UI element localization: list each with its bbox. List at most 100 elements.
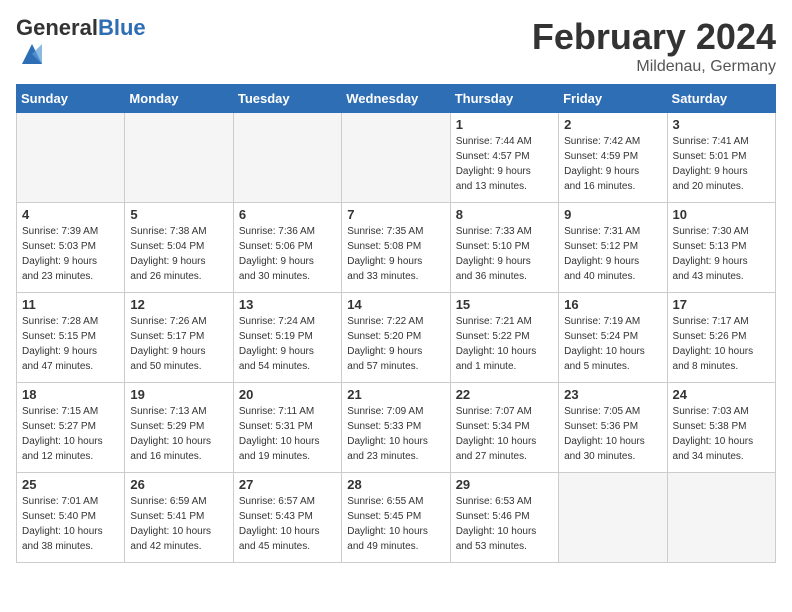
calendar-cell: 19Sunrise: 7:13 AM Sunset: 5:29 PM Dayli… xyxy=(125,383,233,473)
calendar-cell: 21 Sunrise: 7:09 AM Sunset: 5:33 PM Dayli… xyxy=(342,383,450,473)
day-number: 20 xyxy=(239,387,336,402)
day-info: Sunrise: 7:38 AM Sunset: 5:04 PM Dayligh… xyxy=(130,224,227,284)
day-number: 13 xyxy=(239,297,336,312)
logo-blue-text: Blue xyxy=(98,15,146,40)
day-info: Sunrise: 7:44 AM Sunset: 4:57 PM Dayligh… xyxy=(456,134,553,194)
calendar-cell: 2 Sunrise: 7:42 AM Sunset: 4:59 PM Daylig… xyxy=(559,113,667,203)
calendar-cell: 5 Sunrise: 7:38 AM Sunset: 5:04 PM Daylig… xyxy=(125,203,233,293)
calendar-cell: 24Sunrise: 7:03 AM Sunset: 5:38 PM Dayli… xyxy=(667,383,775,473)
day-info: Sunrise: 7:21 AM Sunset: 5:22 PM Dayligh… xyxy=(456,314,553,374)
day-number: 4 xyxy=(22,207,119,222)
location-text: Mildenau, Germany xyxy=(532,58,776,76)
day-number: 17 xyxy=(673,297,770,312)
calendar-cell: 13 Sunrise: 7:24 AM Sunset: 5:19 PM Dayli… xyxy=(233,293,341,383)
calendar-cell: 26Sunrise: 6:59 AM Sunset: 5:41 PM Dayli… xyxy=(125,473,233,563)
calendar-cell: 9Sunrise: 7:31 AM Sunset: 5:12 PM Daylig… xyxy=(559,203,667,293)
day-number: 8 xyxy=(456,207,553,222)
day-number: 25 xyxy=(22,477,119,492)
calendar-cell: 17 Sunrise: 7:17 AM Sunset: 5:26 PM Dayli… xyxy=(667,293,775,383)
calendar-cell xyxy=(17,113,125,203)
day-number: 22 xyxy=(456,387,553,402)
day-info: Sunrise: 6:57 AM Sunset: 5:43 PM Dayligh… xyxy=(239,494,336,554)
day-number: 16 xyxy=(564,297,661,312)
day-info: Sunrise: 7:42 AM Sunset: 4:59 PM Dayligh… xyxy=(564,134,661,194)
calendar-cell: 3Sunrise: 7:41 AM Sunset: 5:01 PM Daylig… xyxy=(667,113,775,203)
page-header: GeneralBlue February 2024 Mildenau, Germ… xyxy=(16,16,776,76)
calendar-week-row: 4 Sunrise: 7:39 AM Sunset: 5:03 PM Daylig… xyxy=(17,203,776,293)
calendar-cell xyxy=(559,473,667,563)
calendar-cell: 1 Sunrise: 7:44 AM Sunset: 4:57 PM Daylig… xyxy=(450,113,558,203)
day-info: Sunrise: 7:05 AM Sunset: 5:36 PM Dayligh… xyxy=(564,404,661,464)
day-number: 6 xyxy=(239,207,336,222)
day-info: Sunrise: 7:35 AM Sunset: 5:08 PM Dayligh… xyxy=(347,224,444,284)
day-number: 1 xyxy=(456,117,553,132)
col-header-tuesday: Tuesday xyxy=(233,85,341,113)
calendar-cell: 27 Sunrise: 6:57 AM Sunset: 5:43 PM Dayli… xyxy=(233,473,341,563)
day-info: Sunrise: 7:19 AM Sunset: 5:24 PM Dayligh… xyxy=(564,314,661,374)
calendar-week-row: 18Sunrise: 7:15 AM Sunset: 5:27 PM Dayli… xyxy=(17,383,776,473)
day-number: 21 xyxy=(347,387,444,402)
day-info: Sunrise: 7:26 AM Sunset: 5:17 PM Dayligh… xyxy=(130,314,227,374)
col-header-saturday: Saturday xyxy=(667,85,775,113)
day-info: Sunrise: 6:59 AM Sunset: 5:41 PM Dayligh… xyxy=(130,494,227,554)
day-number: 27 xyxy=(239,477,336,492)
col-header-sunday: Sunday xyxy=(17,85,125,113)
day-info: Sunrise: 7:03 AM Sunset: 5:38 PM Dayligh… xyxy=(673,404,770,464)
calendar-cell: 6 Sunrise: 7:36 AM Sunset: 5:06 PM Daylig… xyxy=(233,203,341,293)
calendar-week-row: 11 Sunrise: 7:28 AM Sunset: 5:15 PM Dayli… xyxy=(17,293,776,383)
calendar-cell: 12 Sunrise: 7:26 AM Sunset: 5:17 PM Dayli… xyxy=(125,293,233,383)
day-number: 14 xyxy=(347,297,444,312)
day-number: 19 xyxy=(130,387,227,402)
calendar-cell: 14 Sunrise: 7:22 AM Sunset: 5:20 PM Dayli… xyxy=(342,293,450,383)
logo: GeneralBlue xyxy=(16,16,146,73)
title-block: February 2024 Mildenau, Germany xyxy=(532,16,776,76)
day-info: Sunrise: 7:33 AM Sunset: 5:10 PM Dayligh… xyxy=(456,224,553,284)
col-header-friday: Friday xyxy=(559,85,667,113)
day-info: Sunrise: 7:39 AM Sunset: 5:03 PM Dayligh… xyxy=(22,224,119,284)
calendar-cell: 18Sunrise: 7:15 AM Sunset: 5:27 PM Dayli… xyxy=(17,383,125,473)
day-number: 3 xyxy=(673,117,770,132)
day-info: Sunrise: 7:01 AM Sunset: 5:40 PM Dayligh… xyxy=(22,494,119,554)
day-info: Sunrise: 7:17 AM Sunset: 5:26 PM Dayligh… xyxy=(673,314,770,374)
day-info: Sunrise: 7:11 AM Sunset: 5:31 PM Dayligh… xyxy=(239,404,336,464)
day-info: Sunrise: 7:22 AM Sunset: 5:20 PM Dayligh… xyxy=(347,314,444,374)
col-header-wednesday: Wednesday xyxy=(342,85,450,113)
calendar-cell: 7 Sunrise: 7:35 AM Sunset: 5:08 PM Daylig… xyxy=(342,203,450,293)
day-number: 5 xyxy=(130,207,227,222)
day-number: 12 xyxy=(130,297,227,312)
day-info: Sunrise: 7:07 AM Sunset: 5:34 PM Dayligh… xyxy=(456,404,553,464)
calendar-week-row: 25 Sunrise: 7:01 AM Sunset: 5:40 PM Dayli… xyxy=(17,473,776,563)
calendar-cell: 11 Sunrise: 7:28 AM Sunset: 5:15 PM Dayli… xyxy=(17,293,125,383)
logo-general-text: General xyxy=(16,15,98,40)
calendar-cell: 20 Sunrise: 7:11 AM Sunset: 5:31 PM Dayli… xyxy=(233,383,341,473)
day-info: Sunrise: 7:09 AM Sunset: 5:33 PM Dayligh… xyxy=(347,404,444,464)
calendar-cell: 29Sunrise: 6:53 AM Sunset: 5:46 PM Dayli… xyxy=(450,473,558,563)
calendar-cell: 8 Sunrise: 7:33 AM Sunset: 5:10 PM Daylig… xyxy=(450,203,558,293)
day-info: Sunrise: 7:24 AM Sunset: 5:19 PM Dayligh… xyxy=(239,314,336,374)
day-info: Sunrise: 7:36 AM Sunset: 5:06 PM Dayligh… xyxy=(239,224,336,284)
day-number: 15 xyxy=(456,297,553,312)
day-number: 18 xyxy=(22,387,119,402)
calendar-cell: 28Sunrise: 6:55 AM Sunset: 5:45 PM Dayli… xyxy=(342,473,450,563)
calendar-cell: 4 Sunrise: 7:39 AM Sunset: 5:03 PM Daylig… xyxy=(17,203,125,293)
day-number: 2 xyxy=(564,117,661,132)
day-number: 9 xyxy=(564,207,661,222)
day-info: Sunrise: 7:28 AM Sunset: 5:15 PM Dayligh… xyxy=(22,314,119,374)
calendar-cell: 15 Sunrise: 7:21 AM Sunset: 5:22 PM Dayli… xyxy=(450,293,558,383)
calendar-cell: 25 Sunrise: 7:01 AM Sunset: 5:40 PM Dayli… xyxy=(17,473,125,563)
calendar-header-row: SundayMondayTuesdayWednesdayThursdayFrid… xyxy=(17,85,776,113)
day-info: Sunrise: 6:53 AM Sunset: 5:46 PM Dayligh… xyxy=(456,494,553,554)
calendar-cell xyxy=(667,473,775,563)
day-number: 11 xyxy=(22,297,119,312)
calendar-cell xyxy=(125,113,233,203)
col-header-thursday: Thursday xyxy=(450,85,558,113)
col-header-monday: Monday xyxy=(125,85,233,113)
calendar-cell: 23Sunrise: 7:05 AM Sunset: 5:36 PM Dayli… xyxy=(559,383,667,473)
day-info: Sunrise: 6:55 AM Sunset: 5:45 PM Dayligh… xyxy=(347,494,444,554)
logo-icon xyxy=(18,40,46,68)
calendar-cell: 10Sunrise: 7:30 AM Sunset: 5:13 PM Dayli… xyxy=(667,203,775,293)
calendar-cell xyxy=(233,113,341,203)
day-number: 7 xyxy=(347,207,444,222)
calendar-table: SundayMondayTuesdayWednesdayThursdayFrid… xyxy=(16,84,776,563)
calendar-cell xyxy=(342,113,450,203)
